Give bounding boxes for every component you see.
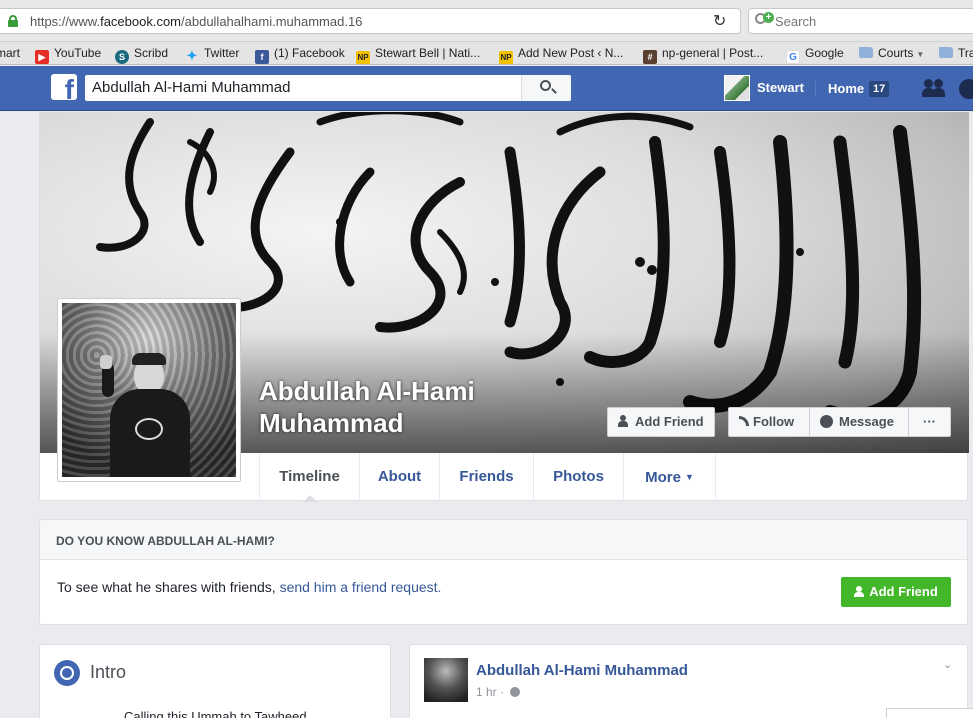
chevron-down-icon[interactable]: ⌄ — [943, 658, 952, 671]
bookmark-twitter[interactable]: ✦ Twitter — [185, 45, 240, 63]
twitter-icon: ✦ — [186, 48, 198, 63]
tab-timeline[interactable]: Timeline — [259, 453, 359, 502]
google-icon: G — [786, 50, 800, 64]
search-icon: + — [755, 12, 774, 29]
post-card: Abdullah Al-Hami Muhammad 1 hr · ⌄ — [409, 644, 968, 718]
intro-title: Intro — [90, 662, 127, 682]
search-button[interactable] — [521, 75, 571, 101]
bookmark-google[interactable]: G Google — [786, 45, 844, 64]
folder-icon — [859, 47, 873, 58]
bookmark-item[interactable]: mart — [0, 45, 20, 62]
scribd-icon: S — [115, 50, 129, 64]
lock-icon — [8, 15, 18, 27]
browser-toolbar: https://www.facebook.com/abdullahalhami.… — [0, 0, 973, 42]
bookmark-youtube[interactable]: ▶ YouTube — [35, 45, 101, 64]
profile-header: Abdullah Al-Hami Muhammad Add Friend Fol… — [39, 112, 969, 502]
chat-sidebar-edge — [886, 708, 973, 718]
friend-suggestion-card: DO YOU KNOW ABDULLAH AL-HAMI? To see wha… — [39, 519, 968, 625]
reload-icon[interactable]: ↻ — [713, 11, 726, 30]
bookmark-add-new-post[interactable]: NP Add New Post ‹ N... — [499, 45, 623, 64]
rss-icon — [739, 416, 749, 426]
browser-search-input[interactable]: + Search — [748, 8, 973, 34]
card-heading: DO YOU KNOW ABDULLAH AL-HAMI? — [40, 520, 967, 560]
add-friend-icon — [854, 586, 865, 597]
facebook-search-input[interactable]: Abdullah Al-Hami Muhammad — [85, 75, 571, 101]
home-count-badge: 17 — [869, 81, 890, 97]
profile-photo-image — [62, 303, 236, 477]
bookmark-np-general[interactable]: # np-general | Post... — [643, 45, 763, 64]
facebook-header: f Abdullah Al-Hami Muhammad Stewart Home… — [0, 66, 973, 111]
post-author-avatar[interactable] — [424, 658, 468, 702]
national-post-icon: NP — [499, 51, 513, 64]
message-button[interactable]: Message — [809, 407, 909, 437]
facebook-logo-icon[interactable]: f — [51, 74, 77, 100]
bookmark-facebook[interactable]: f (1) Facebook — [255, 45, 345, 64]
bookmark-stewart-bell[interactable]: NP Stewart Bell | Nati... — [356, 45, 480, 64]
post-author-name[interactable]: Abdullah Al-Hami Muhammad — [476, 662, 688, 679]
tab-more[interactable]: More ▼ — [623, 453, 716, 501]
bookmarks-bar: mart ▶YouTube SScribd ✦Twitter f(1) Face… — [0, 42, 973, 65]
folder-icon — [939, 47, 953, 58]
add-friend-button[interactable]: Add Friend — [607, 407, 715, 437]
bookmark-courts[interactable]: Courts ▼ — [859, 45, 924, 62]
url-text[interactable]: https://www.facebook.com/abdullahalhami.… — [30, 14, 362, 29]
send-friend-request-link[interactable]: send him a friend request. — [280, 579, 442, 595]
tab-about[interactable]: About — [359, 453, 439, 501]
avatar — [724, 75, 750, 101]
friend-requests-icon[interactable] — [922, 79, 948, 99]
post-timestamp[interactable]: 1 hr · — [476, 685, 521, 699]
follow-button[interactable]: Follow — [728, 407, 810, 437]
caret-down-icon: ▼ — [684, 472, 694, 482]
messenger-icon — [820, 415, 833, 428]
hash-icon: # — [643, 50, 657, 64]
chevron-down-icon: ▼ — [916, 50, 925, 59]
facebook-icon: f — [255, 50, 269, 64]
youtube-icon: ▶ — [35, 50, 49, 64]
tab-friends[interactable]: Friends — [439, 453, 533, 501]
add-friend-icon — [618, 415, 630, 427]
globe-icon — [54, 660, 80, 686]
profile-picture[interactable] — [57, 298, 241, 482]
more-options-button[interactable]: ··· — [908, 407, 951, 437]
intro-card: Intro Calling this Ummah to Tawheed — [39, 644, 391, 718]
national-post-icon: NP — [356, 51, 370, 64]
home-link[interactable]: Home — [828, 81, 864, 96]
bookmark-scribd[interactable]: S Scribd — [115, 45, 168, 64]
messages-icon[interactable] — [959, 79, 973, 99]
address-bar[interactable]: https://www.facebook.com/abdullahalhami.… — [0, 8, 741, 34]
nav-divider — [815, 81, 816, 97]
add-friend-green-button[interactable]: Add Friend — [841, 577, 951, 607]
bookmark-folder[interactable]: Tra — [939, 45, 973, 62]
intro-bio: Calling this Ummah to Tawheed — [124, 709, 307, 718]
friend-request-prompt: To see what he shares with friends, send… — [57, 579, 442, 595]
profile-name[interactable]: Abdullah Al-Hami Muhammad — [259, 375, 475, 439]
tab-photos[interactable]: Photos — [533, 453, 623, 501]
public-globe-icon — [510, 687, 521, 697]
